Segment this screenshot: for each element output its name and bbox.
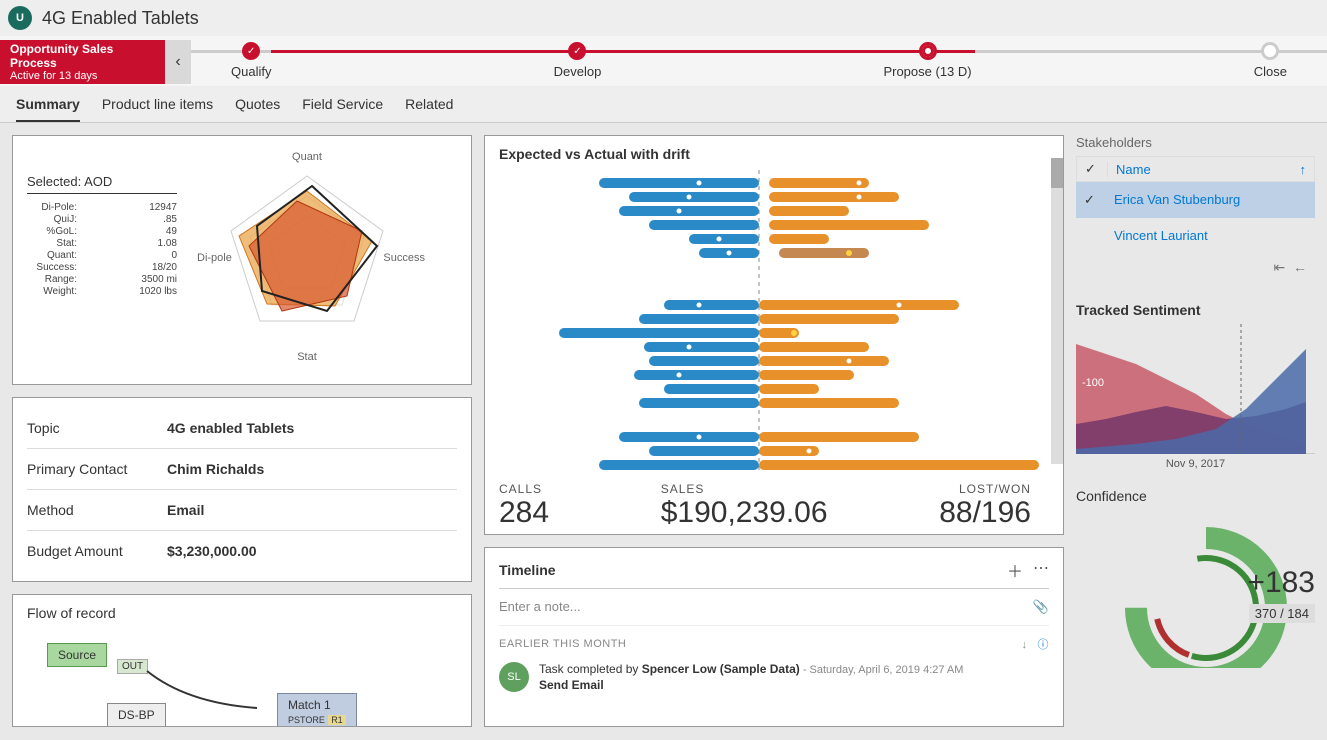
drift-title: Expected vs Actual with drift (499, 146, 1049, 162)
page-title: 4G Enabled Tablets (42, 8, 199, 29)
timeline-add-icon[interactable]: ＋ (1007, 558, 1023, 582)
tab-quotes[interactable]: Quotes (235, 96, 280, 122)
tabs: Summary Product line items Quotes Field … (0, 86, 1327, 123)
timeline-note-input[interactable]: Enter a note... 📎 (499, 589, 1049, 626)
process-name: Opportunity Sales Process (10, 42, 155, 70)
svg-text:Quant: Quant (292, 151, 322, 163)
flow-node-match[interactable]: Match 1 PSTORE R1 (277, 693, 357, 727)
metric-sales: SALES$190,239.06 (661, 482, 828, 530)
tab-product-line-items[interactable]: Product line items (102, 96, 213, 122)
process-bar: Opportunity Sales Process Active for 13 … (0, 36, 1327, 86)
radar-chart: Quant Success Stat Di-pole (177, 146, 457, 374)
radar-stats: Di-Pole:12947 QuiJ:.85 %GoL:49 Stat:1.08… (27, 202, 177, 297)
tab-summary[interactable]: Summary (16, 96, 80, 122)
attach-icon[interactable]: 📎 (1033, 599, 1049, 615)
stakeholder-row[interactable]: Vincent Lauriant (1076, 218, 1315, 253)
process-stages: ✓Qualify ✓Develop Propose (13 D) Close (191, 36, 1327, 86)
app-header: U 4G Enabled Tablets (0, 0, 1327, 36)
metric-calls: CALLS284 (499, 482, 549, 530)
stakeholders-header[interactable]: ✓ Name↑ (1076, 156, 1315, 182)
sentiment-panel: Tracked Sentiment -100 Nov 9, 2017 (1076, 294, 1315, 470)
flow-title: Flow of record (27, 605, 457, 621)
radar-panel: Selected: AOD Di-Pole:12947 QuiJ:.85 %Go… (12, 135, 472, 385)
stakeholder-row[interactable]: ✓Erica Van Stubenburg (1076, 182, 1315, 218)
stakeholders-panel: Stakeholders ✓ Name↑ ✓Erica Van Stubenbu… (1076, 135, 1315, 282)
gauge-value: +183 (1247, 566, 1315, 600)
radar-title: Selected: AOD (27, 174, 177, 194)
entry-avatar: SL (499, 662, 529, 692)
stage-qualify[interactable]: ✓Qualify (231, 36, 271, 79)
nav-first-icon[interactable]: ⇤ (1273, 259, 1285, 275)
entry-action[interactable]: Send Email (539, 678, 963, 692)
svg-text:Success: Success (383, 252, 425, 264)
tab-related[interactable]: Related (405, 96, 453, 122)
tab-field-service[interactable]: Field Service (302, 96, 383, 122)
timeline-title: Timeline (499, 562, 556, 578)
process-duration: Active for 13 days (10, 70, 155, 82)
metric-lostwon: LOST/WON88/196 (939, 482, 1031, 530)
timeline-more-icon[interactable]: ⋯ (1033, 558, 1049, 582)
sort-icon[interactable]: ↑ (1300, 162, 1307, 177)
svg-text:Di-pole: Di-pole (197, 252, 232, 264)
stage-propose[interactable]: Propose (13 D) (883, 36, 971, 79)
stage-close[interactable]: Close (1254, 36, 1287, 79)
app-icon: U (8, 6, 32, 30)
drift-panel: Expected vs Actual with drift (484, 135, 1064, 535)
stage-develop[interactable]: ✓Develop (554, 36, 602, 79)
process-back-button[interactable]: ‹ (165, 40, 191, 84)
confidence-panel: Confidence +183 370 / 184 (1076, 482, 1315, 648)
flow-panel: Flow of record Source OUT DS-BP Match 1 … (12, 594, 472, 727)
gauge-sub: 370 / 184 (1249, 604, 1315, 623)
details-panel: Topic4G enabled Tablets Primary ContactC… (12, 397, 472, 582)
timeline-sort-icon[interactable]: ↓ (1022, 639, 1028, 651)
drift-chart (499, 170, 1049, 470)
drift-scrollbar[interactable] (1051, 158, 1063, 464)
svg-text:-100: -100 (1082, 377, 1104, 389)
timeline-info-icon[interactable]: ⓘ (1038, 639, 1050, 651)
process-badge[interactable]: Opportunity Sales Process Active for 13 … (0, 40, 165, 84)
flow-node-dsbp[interactable]: DS-BP (107, 703, 166, 727)
nav-prev-icon[interactable]: ← (1293, 259, 1307, 275)
timeline-entry[interactable]: SL Task completed by Spencer Low (Sample… (499, 662, 1049, 692)
timeline-panel: Timeline ＋ ⋯ Enter a note... 📎 EARLIER T… (484, 547, 1064, 727)
svg-text:Stat: Stat (297, 351, 317, 363)
